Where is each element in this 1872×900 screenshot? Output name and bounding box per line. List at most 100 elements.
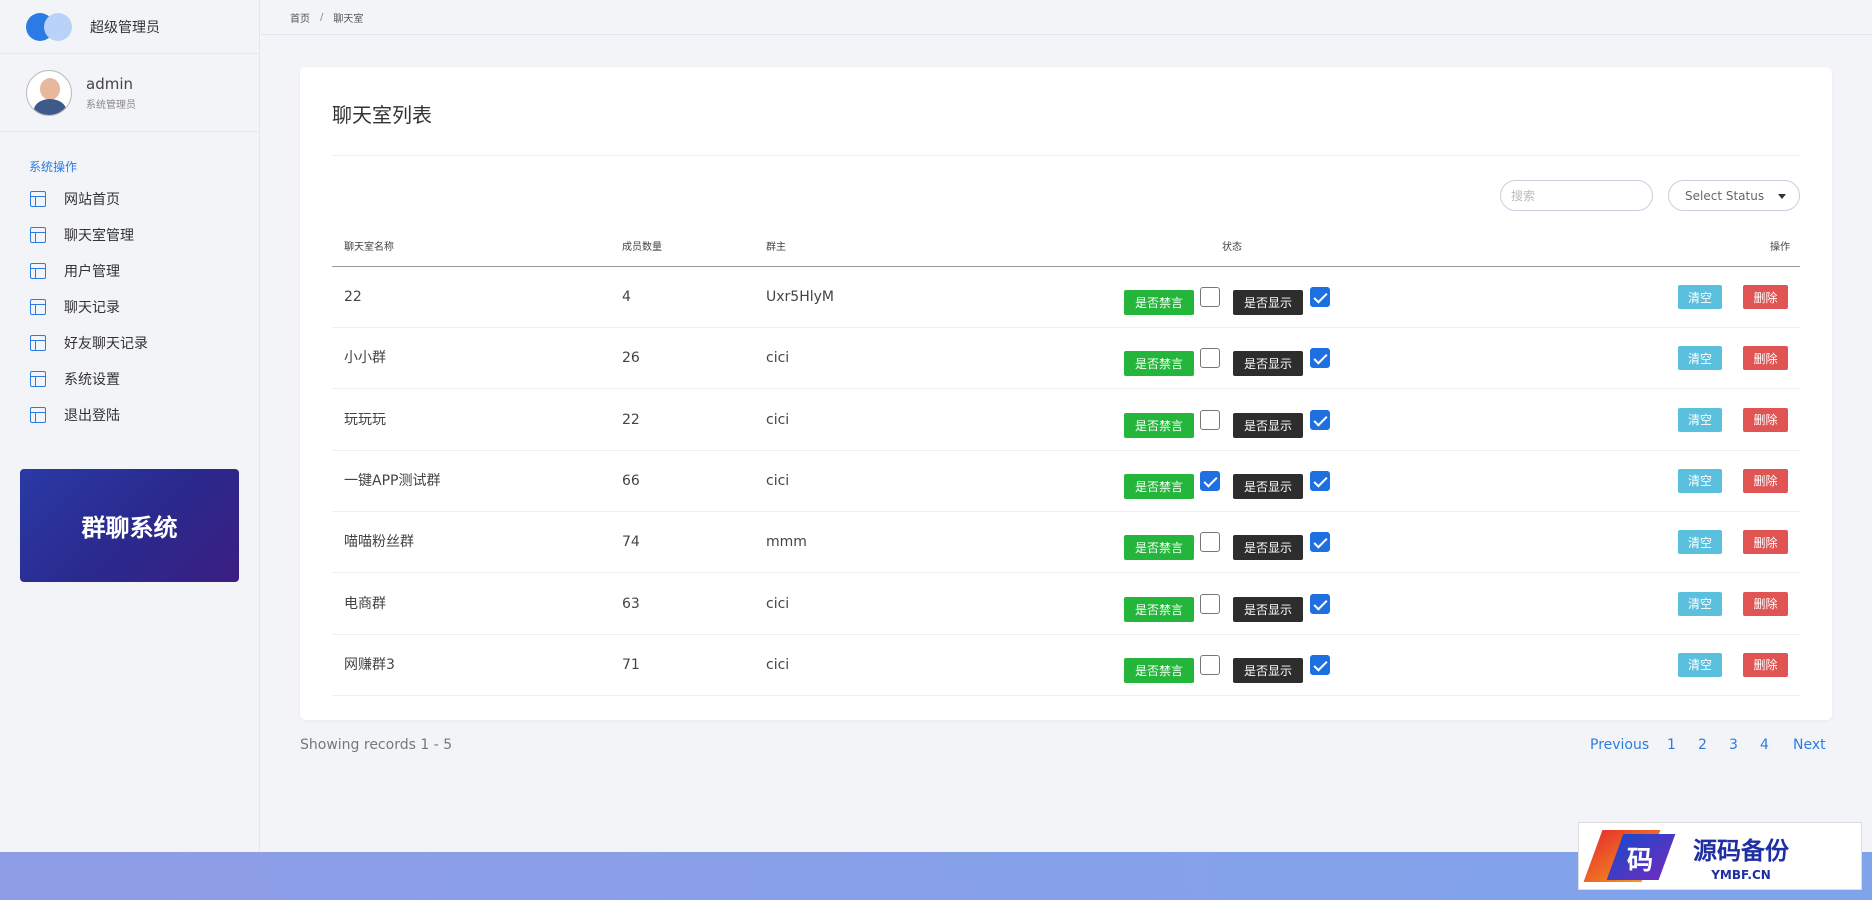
sidebar-item-label: 退出登陆 xyxy=(64,408,120,424)
mute-checkbox[interactable] xyxy=(1200,654,1220,675)
user-name: admin xyxy=(86,74,133,93)
cell-owner: cici xyxy=(766,411,790,428)
sidebar-section-title: 系统操作 xyxy=(29,160,78,174)
cell-name: 玩玩玩 xyxy=(344,411,386,428)
cell-owner: cici xyxy=(766,472,790,489)
show-checkbox[interactable] xyxy=(1310,287,1330,307)
sidebar-item-label: 系统设置 xyxy=(64,372,120,388)
clear-button[interactable]: 清空 xyxy=(1678,407,1722,432)
mute-checkbox[interactable] xyxy=(1200,409,1220,430)
records-info: Showing records 1 - 5 xyxy=(300,737,453,753)
cell-name: 一键APP测试群 xyxy=(344,472,441,489)
cell-owner: Uxr5HlyM xyxy=(766,289,834,305)
sidebar-item-label: 聊天记录 xyxy=(64,300,120,316)
mute-checkbox[interactable] xyxy=(1200,532,1220,553)
delete-button[interactable]: 删除 xyxy=(1743,407,1788,432)
breadcrumb-home[interactable]: 首页 xyxy=(290,10,310,25)
cell-members: 74 xyxy=(622,534,640,551)
mute-checkbox[interactable] xyxy=(1200,593,1220,614)
mute-label: 是否禁言 xyxy=(1124,351,1194,377)
cell-members: 71 xyxy=(622,656,640,673)
show-label: 是否显示 xyxy=(1233,535,1303,561)
pagination-page-1[interactable]: 1 xyxy=(1667,737,1676,753)
show-checkbox[interactable] xyxy=(1310,470,1330,491)
clear-button[interactable]: 清空 xyxy=(1678,285,1722,309)
delete-button[interactable]: 删除 xyxy=(1743,346,1788,371)
sidebar-item-settings[interactable]: 系统设置 xyxy=(0,361,259,397)
layout-icon xyxy=(30,407,46,423)
cell-members: 26 xyxy=(622,350,640,367)
delete-button[interactable]: 删除 xyxy=(1743,591,1788,616)
clear-button[interactable]: 清空 xyxy=(1678,652,1722,677)
mute-checkbox[interactable] xyxy=(1200,348,1220,369)
status-select[interactable]: Select Status xyxy=(1668,180,1800,211)
pagination-previous[interactable]: Previous xyxy=(1590,737,1649,753)
sidebar-item-label: 聊天室管理 xyxy=(64,228,134,244)
sidebar-item-logout[interactable]: 退出登陆 xyxy=(0,397,259,433)
pagination-page-2[interactable]: 2 xyxy=(1698,737,1707,753)
show-checkbox[interactable] xyxy=(1310,532,1330,553)
show-label: 是否显示 xyxy=(1233,351,1303,377)
sidebar-item-home[interactable]: 网站首页 xyxy=(0,181,259,217)
pagination-page-4[interactable]: 4 xyxy=(1760,737,1769,753)
col-header-actions: 操作 xyxy=(1770,242,1790,253)
table-row: 网赚群3 71 cici 是否禁言 是否显示 清空 删除 xyxy=(332,635,1800,696)
cell-members: 66 xyxy=(622,472,640,489)
cell-members: 63 xyxy=(622,595,640,612)
show-checkbox[interactable] xyxy=(1310,654,1330,675)
show-checkbox[interactable] xyxy=(1310,593,1330,614)
cell-name: 小小群 xyxy=(344,350,386,367)
show-label: 是否显示 xyxy=(1233,596,1303,622)
watermark-title: 源码备份 xyxy=(1693,835,1789,865)
cell-owner: cici xyxy=(766,595,790,612)
show-label: 是否显示 xyxy=(1233,412,1303,438)
mute-checkbox[interactable] xyxy=(1200,470,1220,491)
sidebar-item-user-manage[interactable]: 用户管理 xyxy=(0,253,259,289)
avatar[interactable] xyxy=(26,69,72,116)
caret-down-icon xyxy=(1778,194,1786,199)
table-row: 22 4 Uxr5HlyM 是否禁言 是否显示 清空 删除 xyxy=(332,267,1800,328)
clear-button[interactable]: 清空 xyxy=(1678,530,1722,555)
pagination-next[interactable]: Next xyxy=(1793,737,1826,753)
watermark-glyph: 码 xyxy=(1627,846,1654,876)
delete-button[interactable]: 删除 xyxy=(1743,652,1788,677)
sidebar-item-friend-chat-records[interactable]: 好友聊天记录 xyxy=(0,325,259,361)
col-header-name: 聊天室名称 xyxy=(344,242,394,253)
clear-button[interactable]: 清空 xyxy=(1678,346,1722,371)
sidebar: 超级管理员 admin 系统管理员 系统操作 网站首页 聊天室管理 用户管理 聊… xyxy=(0,0,260,852)
divider xyxy=(332,155,1800,156)
show-checkbox[interactable] xyxy=(1310,409,1330,430)
mute-label: 是否禁言 xyxy=(1124,412,1194,438)
watermark-logo: 码 源码备份 YMBF.CN xyxy=(1578,822,1862,890)
clear-button[interactable]: 清空 xyxy=(1678,468,1722,493)
cell-owner: cici xyxy=(766,656,790,673)
breadcrumb-separator: / xyxy=(320,11,324,23)
col-header-owner: 群主 xyxy=(766,242,786,253)
show-checkbox[interactable] xyxy=(1310,348,1330,369)
brand-bar: 超级管理员 xyxy=(0,0,259,54)
sidebar-item-chat-records[interactable]: 聊天记录 xyxy=(0,289,259,325)
delete-button[interactable]: 删除 xyxy=(1743,468,1788,493)
mute-checkbox[interactable] xyxy=(1200,287,1220,307)
pagination-page-3[interactable]: 3 xyxy=(1729,737,1738,753)
search-input[interactable] xyxy=(1500,180,1653,211)
delete-button[interactable]: 删除 xyxy=(1743,285,1788,309)
table-row: 小小群 26 cici 是否禁言 是否显示 清空 删除 xyxy=(332,328,1800,390)
mute-label: 是否禁言 xyxy=(1124,596,1194,622)
delete-button[interactable]: 删除 xyxy=(1743,530,1788,555)
sidebar-item-label: 网站首页 xyxy=(64,192,120,208)
user-panel: admin 系统管理员 xyxy=(0,54,259,132)
layout-icon xyxy=(30,227,46,243)
table-row: 玩玩玩 22 cici 是否禁言 是否显示 清空 删除 xyxy=(332,390,1800,451)
sidebar-item-chatroom-manage[interactable]: 聊天室管理 xyxy=(0,217,259,253)
table-row: 一键APP测试群 66 cici 是否禁言 是否显示 清空 删除 xyxy=(332,451,1800,512)
promo-banner[interactable]: 群聊系统 xyxy=(20,469,239,582)
cell-members: 4 xyxy=(622,289,631,305)
cell-name: 网赚群3 xyxy=(344,656,395,673)
clear-button[interactable]: 清空 xyxy=(1678,591,1722,616)
chatroom-card: 聊天室列表 Select Status 聊天室名称 成员数量 群主 状态 操作 … xyxy=(300,67,1832,720)
cell-name: 电商群 xyxy=(344,595,386,612)
show-label: 是否显示 xyxy=(1233,473,1303,499)
sidebar-item-label: 好友聊天记录 xyxy=(64,336,148,352)
layout-icon xyxy=(30,371,46,387)
